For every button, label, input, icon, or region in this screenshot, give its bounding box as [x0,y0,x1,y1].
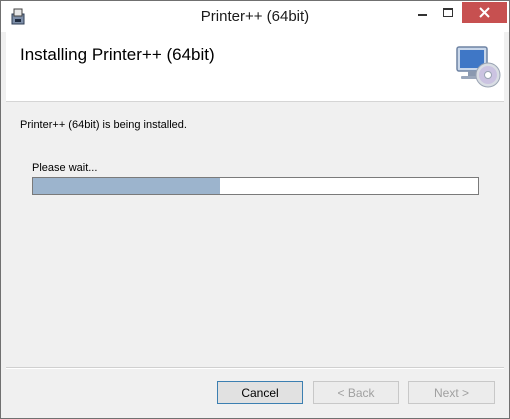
wait-label: Please wait... [32,162,98,174]
progress-fill [33,178,220,194]
next-button[interactable]: Next > [408,381,495,404]
minimize-button[interactable] [410,2,434,23]
title-bar[interactable]: Printer++ (64bit) [1,1,509,32]
maximize-icon [443,8,453,17]
installer-window: Printer++ (64bit) Installing Printer++ (… [0,0,510,419]
computer-cd-icon [456,46,501,88]
status-message: Printer++ (64bit) is being installed. [20,119,187,131]
header-banner: Installing Printer++ (64bit) [6,32,504,102]
back-button[interactable]: < Back [313,381,399,404]
footer-divider-highlight [6,368,504,369]
page-title: Installing Printer++ (64bit) [20,45,215,64]
close-button[interactable] [462,2,507,23]
progress-bar [32,177,479,195]
close-icon [479,7,490,18]
minimize-icon [418,14,427,16]
cancel-button[interactable]: Cancel [217,381,303,404]
maximize-button[interactable] [435,2,461,23]
